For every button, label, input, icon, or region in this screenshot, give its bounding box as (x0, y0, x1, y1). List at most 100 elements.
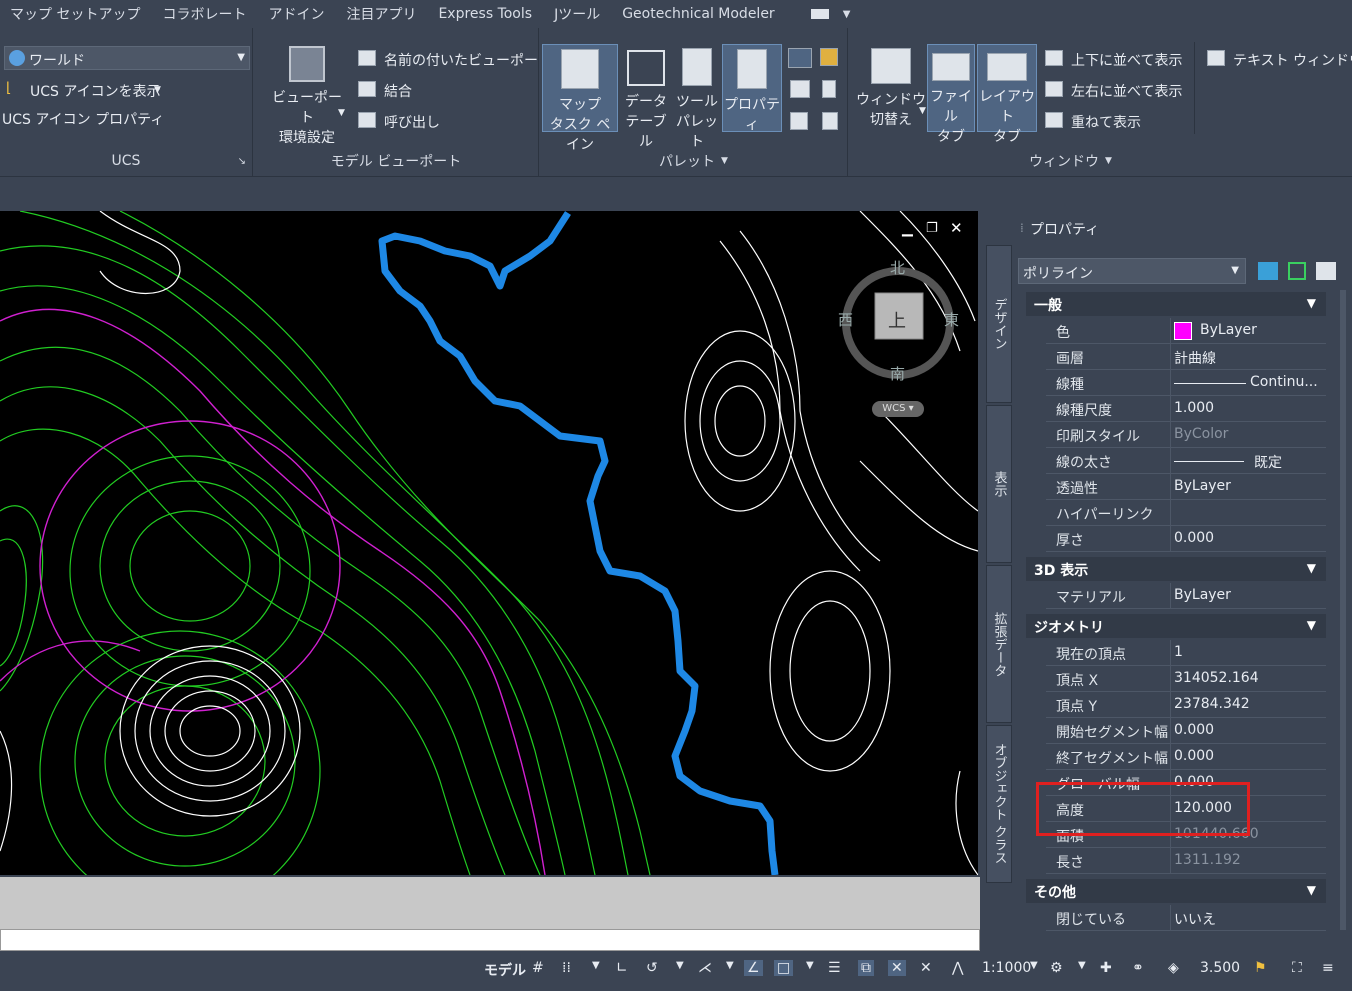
property-row[interactable]: 頂点 Y 23784.342 (1046, 692, 1326, 718)
isolate-icon[interactable]: ⚭ (1132, 960, 1144, 976)
calculator-icon[interactable] (822, 80, 836, 98)
property-row[interactable]: 開始セグメント幅 0.000 (1046, 718, 1326, 744)
chevron-down-icon[interactable]: ▼ (592, 960, 600, 971)
section-general[interactable]: 一般 ▼ (1026, 292, 1326, 316)
annotation-scale-icon[interactable]: ⋀ (952, 960, 963, 976)
gear-icon[interactable]: ⚙ (1050, 960, 1063, 976)
scrollbar[interactable] (1340, 290, 1346, 930)
property-row[interactable]: 色 ByLayer (1046, 318, 1326, 344)
section-geometry[interactable]: ジオメトリ ▼ (1026, 614, 1326, 638)
toggle-pickadd-icon[interactable] (1258, 262, 1278, 280)
tool-icon[interactable] (822, 112, 838, 130)
ribbon-toggle-icon[interactable] (810, 9, 829, 19)
cascade-button[interactable]: 重ねて表示 (1071, 112, 1141, 132)
ortho-icon[interactable]: ∟ (616, 960, 628, 976)
object-type-select[interactable]: ポリライン ▼ (1018, 258, 1246, 284)
menu-icon[interactable]: ≡ (1322, 960, 1334, 976)
ucs-show-icon-button[interactable]: UCS アイコンを表示 (30, 81, 161, 101)
selection-cycling-icon[interactable]: ⧉ (858, 960, 874, 976)
chevron-down-icon[interactable]: ▼ (1105, 156, 1112, 166)
workspace-icon[interactable]: ⚑ (1254, 960, 1267, 976)
tab-object-class[interactable]: オブジェクト クラス (986, 725, 1012, 883)
property-row[interactable]: 閉じている いいえ (1046, 905, 1326, 931)
tool-palette-button[interactable]: ツール パレット (672, 44, 722, 150)
tile-horizontal-button[interactable]: 上下に並べて表示 (1071, 50, 1182, 70)
menu-item[interactable]: コラボレート (162, 4, 246, 24)
chevron-down-icon[interactable]: ▼ (843, 9, 851, 20)
annotation-visibility-icon[interactable]: ✕ (888, 960, 906, 976)
data-table-button[interactable]: データ テーブル (620, 44, 672, 150)
chevron-down-icon[interactable]: ▼ (1030, 960, 1038, 971)
snap-icon[interactable]: ⁞⁞ (562, 960, 571, 976)
chevron-down-icon[interactable]: ▼ (806, 960, 814, 971)
object-snap-tracking-icon[interactable]: ∠ (744, 960, 763, 976)
object-snap-icon[interactable]: □ (774, 960, 794, 976)
autoscale-icon[interactable]: ✕ (920, 960, 932, 976)
restore-window-icon[interactable]: ❐ (926, 221, 938, 236)
switch-window-button[interactable]: ウィンドウ 切替え (855, 44, 927, 132)
chevron-down-icon[interactable]: ▼ (721, 156, 728, 166)
viewport-config-button[interactable]: ビューポート 環境設定 (266, 46, 348, 146)
close-icon[interactable]: ✕ (950, 219, 963, 237)
file-tabs-button[interactable]: ファイル タブ (927, 44, 975, 145)
ucs-dropdown[interactable]: ワールド ▼ (4, 46, 250, 70)
section-other[interactable]: その他 ▼ (1026, 879, 1326, 903)
layout-tabs-button[interactable]: レイアウト タブ (977, 44, 1037, 145)
tab-extended-data[interactable]: 拡張データ (986, 565, 1012, 723)
tile-vertical-button[interactable]: 左右に並べて表示 (1071, 81, 1182, 101)
design-center-icon[interactable] (820, 48, 838, 66)
chevron-down-icon[interactable]: ▼ (726, 960, 734, 971)
plus-icon[interactable]: ✚ (1100, 960, 1112, 976)
wcs-menu[interactable]: WCS ▾ (872, 401, 924, 417)
command-line-input[interactable] (0, 929, 980, 951)
collapse-icon[interactable]: ▼ (1307, 618, 1316, 632)
fullscreen-icon[interactable]: ⛶ (1292, 960, 1302, 976)
property-row[interactable]: 線種 Continu... (1046, 370, 1326, 396)
tab-display[interactable]: 表示 (986, 405, 1012, 563)
ucs-icon-properties-button[interactable]: UCS アイコン プロパティ (2, 109, 164, 129)
chevron-down-icon[interactable]: ▼ (154, 85, 161, 95)
property-row[interactable]: 画層 計曲線 (1046, 344, 1326, 370)
selected-polyline[interactable] (378, 211, 779, 875)
drawing-canvas[interactable]: 上 北 南 西 東 WCS ▾ ▁ ❐ ✕ (0, 211, 978, 875)
menu-item[interactable]: Geotechnical Modeler (622, 6, 774, 22)
property-row[interactable]: 透過性 ByLayer (1046, 474, 1326, 500)
collapse-icon[interactable]: ▼ (1307, 883, 1316, 897)
select-objects-icon[interactable] (1288, 262, 1306, 280)
lineweight-icon[interactable]: ☰ (828, 960, 841, 976)
menu-item[interactable]: Jツール (554, 4, 600, 24)
named-viewports-button[interactable]: 名前の付いたビューポート (384, 50, 552, 70)
property-row[interactable]: 線の太さ 既定 (1046, 448, 1326, 474)
grid-icon[interactable]: # (532, 960, 544, 976)
quick-select-icon[interactable] (1316, 262, 1336, 280)
model-button[interactable]: モデル (484, 960, 526, 980)
restore-button[interactable]: 呼び出し (384, 112, 440, 132)
property-row[interactable]: 厚さ 0.000 (1046, 526, 1326, 552)
property-row[interactable]: 長さ 1311.192 (1046, 848, 1326, 874)
markup-icon[interactable] (790, 112, 808, 130)
collapse-icon[interactable]: ▼ (1307, 561, 1316, 575)
collapse-icon[interactable]: ▼ (1307, 296, 1316, 310)
menu-item[interactable]: アドイン (268, 4, 324, 24)
grip-icon[interactable]: ⁞ (1020, 221, 1024, 235)
launcher-icon[interactable]: ↘ (238, 156, 246, 167)
property-row[interactable]: 現在の頂点 1 (1046, 640, 1326, 666)
tab-design[interactable]: デザイン (986, 245, 1012, 403)
properties-button[interactable]: プロパティ (722, 44, 782, 133)
command-line-icon[interactable] (788, 48, 812, 68)
chevron-down-icon[interactable]: ▼ (338, 108, 345, 118)
property-row[interactable]: 線種尺度 1.000 (1046, 396, 1326, 422)
text-window-button[interactable]: テキスト ウィンドウ (1233, 50, 1352, 70)
property-row[interactable]: 終了セグメント幅 0.000 (1046, 744, 1326, 770)
sheet-set-icon[interactable] (790, 80, 810, 98)
property-row[interactable]: 頂点 X 314052.164 (1046, 666, 1326, 692)
property-row[interactable]: マテリアル ByLayer (1046, 583, 1326, 609)
menu-item[interactable]: Express Tools (438, 6, 532, 22)
property-row[interactable]: ハイパーリンク (1046, 500, 1326, 526)
menu-item[interactable]: マップ セットアップ (10, 4, 140, 24)
menu-item[interactable]: 注目アプリ (346, 4, 416, 24)
property-row[interactable]: 印刷スタイル ByColor (1046, 422, 1326, 448)
map-task-pane-button[interactable]: マップ タスク ペイン (542, 44, 618, 153)
isodraft-icon[interactable]: ⋌ (698, 960, 712, 976)
chevron-down-icon[interactable]: ▼ (676, 960, 684, 971)
